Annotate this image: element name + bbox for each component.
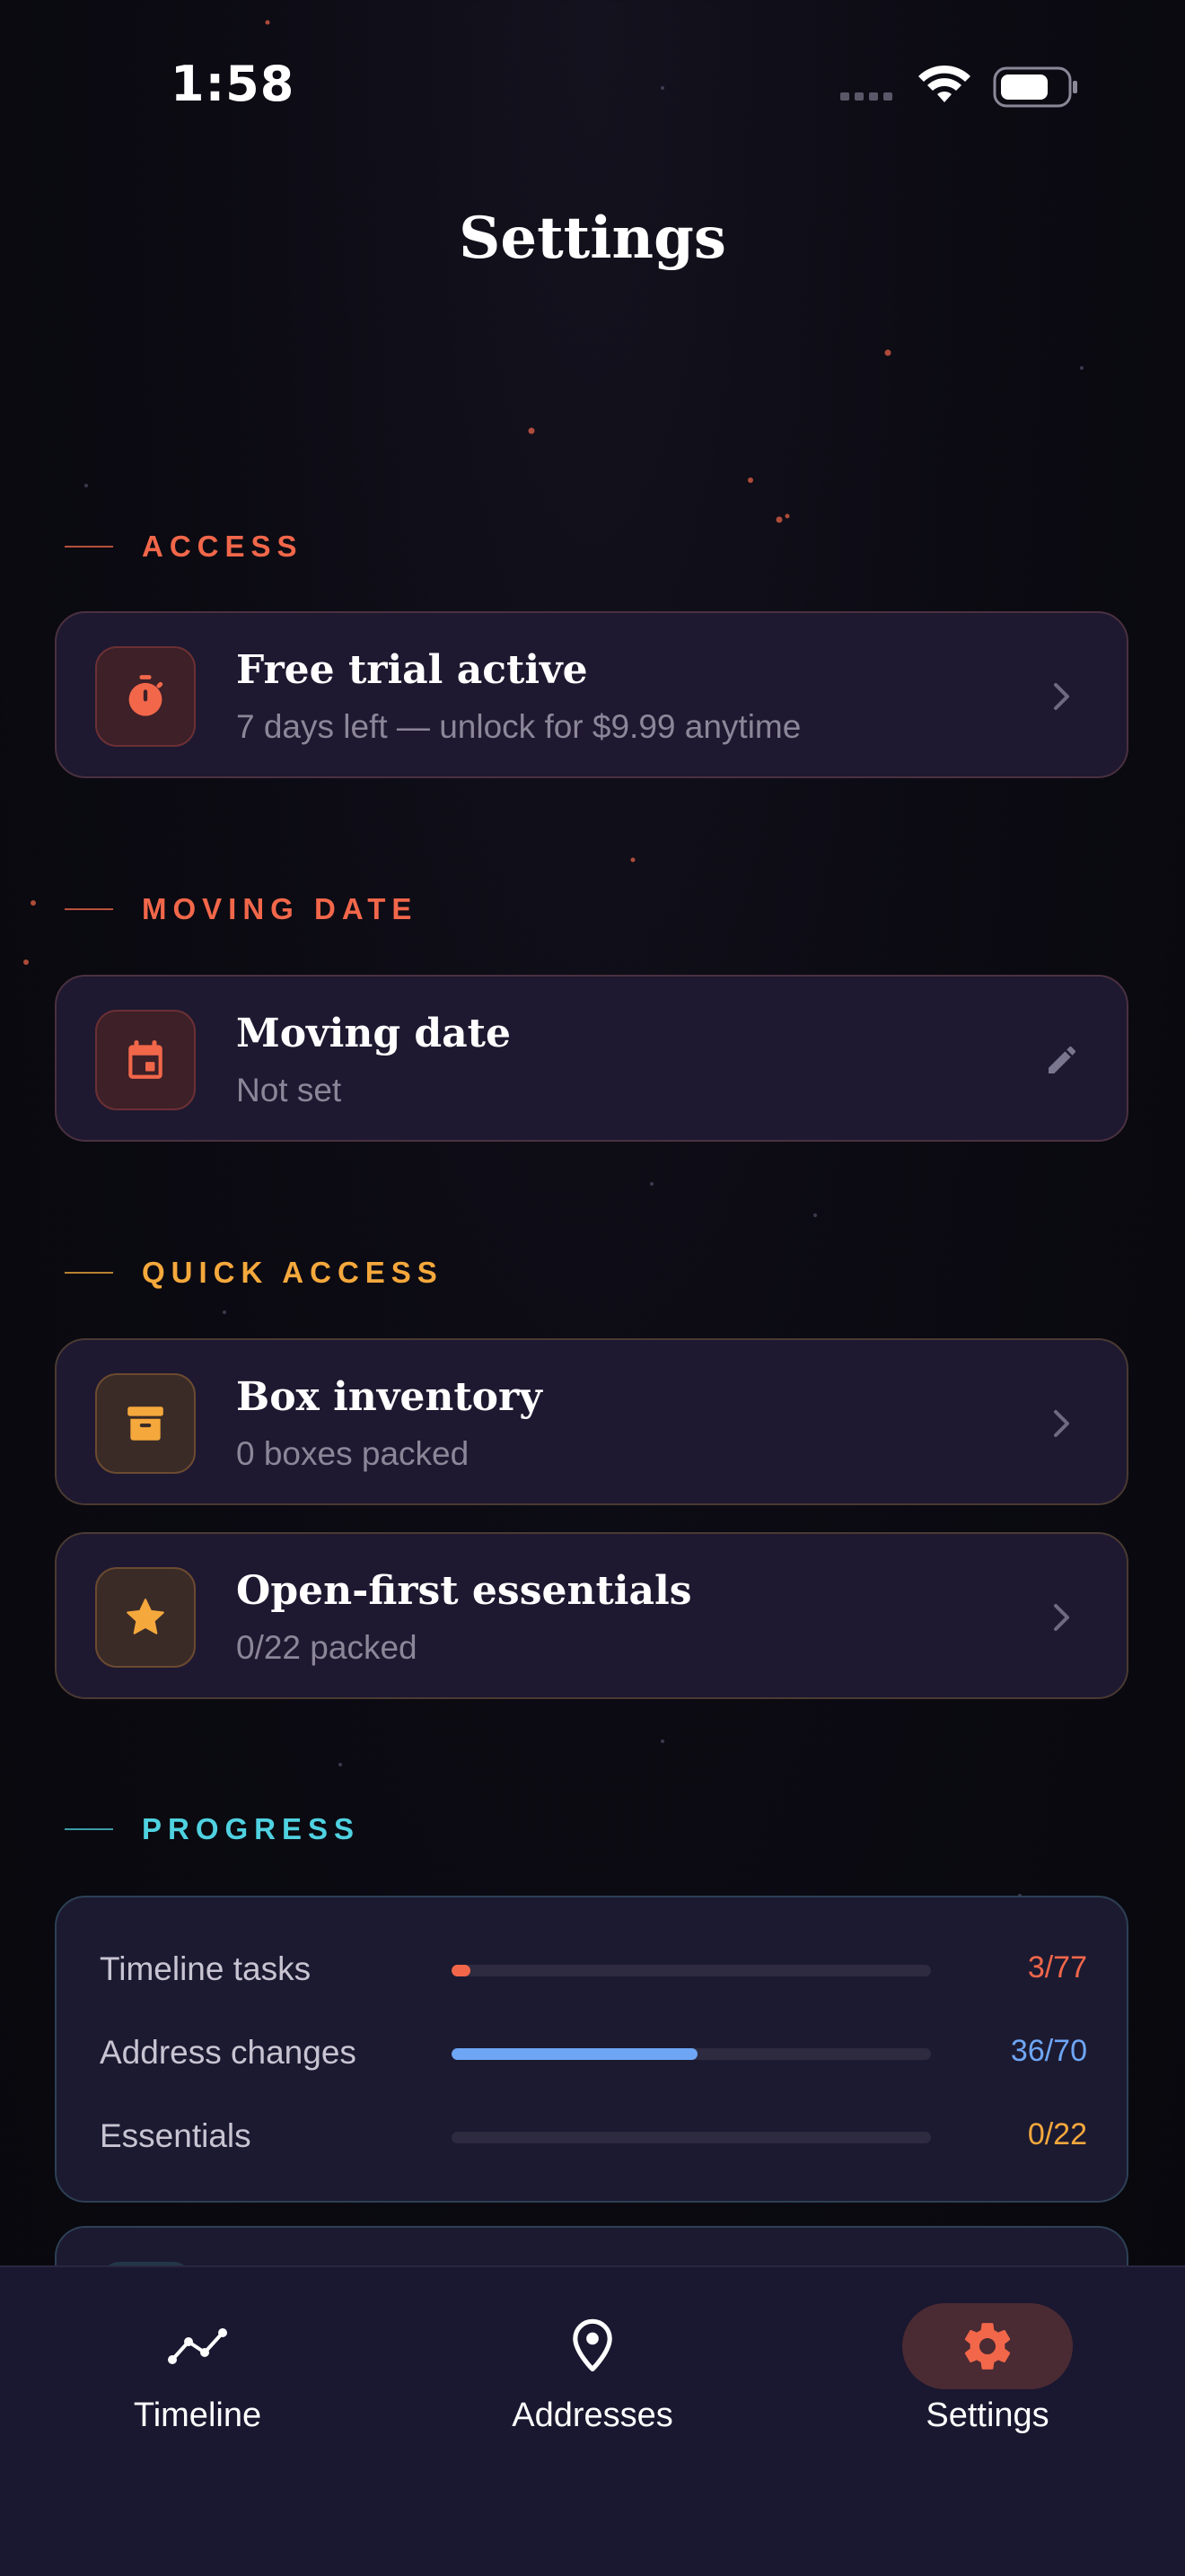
progress-value: 3/77 [1027, 1950, 1087, 1985]
progress-card: Timeline tasks 3/77 Address changes 36/7… [55, 1896, 1128, 2203]
gear-icon [902, 2303, 1073, 2389]
card-title: Open-first essentials [236, 1568, 692, 1614]
progress-track [452, 1965, 931, 1976]
section-divider-line [65, 1828, 113, 1830]
tab-label: Addresses [512, 2396, 673, 2434]
section-label: MOVING DATE [142, 892, 418, 925]
pencil-icon[interactable] [1044, 1042, 1080, 1078]
progress-label: Essentials [100, 2117, 251, 2154]
section-label: ACCESS [142, 530, 303, 563]
card-subtitle: 7 days left — unlock for $9.99 anytime [236, 708, 802, 745]
progress-fill [452, 2048, 698, 2060]
section-header-progress: PROGRESS [65, 1811, 360, 1847]
progress-fill [452, 1965, 470, 1976]
wifi-icon [918, 65, 970, 102]
trend-line-icon [112, 2303, 283, 2389]
progress-row-address-changes: Address changes 36/70 [57, 2027, 1130, 2081]
tab-timeline[interactable]: Timeline [63, 2303, 332, 2456]
page-title: Settings [459, 205, 726, 272]
progress-row-timeline-tasks: Timeline tasks 3/77 [57, 1943, 1130, 1997]
status-time: 1:58 [171, 56, 295, 112]
section-divider-line [65, 1272, 113, 1274]
tab-label: Settings [926, 2396, 1049, 2434]
tab-label: Timeline [133, 2396, 262, 2434]
section-divider-line [65, 908, 113, 910]
archive-box-icon [95, 1373, 196, 1474]
status-icons [835, 63, 1086, 113]
card-title: Free trial active [236, 647, 588, 693]
section-header-access: ACCESS [65, 529, 303, 565]
box-inventory-card[interactable]: Box inventory 0 boxes packed [55, 1338, 1128, 1505]
card-title: Box inventory [236, 1374, 542, 1420]
progress-track [452, 2132, 931, 2143]
progress-label: Timeline tasks [100, 1950, 312, 1987]
card-title: Moving date [236, 1011, 512, 1056]
open-first-essentials-card[interactable]: Open-first essentials 0/22 packed [55, 1532, 1128, 1699]
section-header-quick-access: QUICK ACCESS [65, 1255, 443, 1291]
moving-date-card[interactable]: Moving date Not set [55, 975, 1128, 1142]
section-header-moving-date: MOVING DATE [65, 891, 417, 927]
tab-settings[interactable]: Settings [853, 2303, 1122, 2456]
map-pin-icon [507, 2303, 678, 2389]
progress-value: 0/22 [1027, 2117, 1087, 2151]
progress-row-essentials: Essentials 0/22 [57, 2110, 1130, 2164]
battery-icon [993, 66, 1077, 108]
tab-bar: Timeline Addresses Settings [0, 2265, 1185, 2576]
star-icon [95, 1567, 196, 1668]
progress-value: 36/70 [1010, 2034, 1087, 2068]
chevron-right-icon [1044, 1406, 1080, 1441]
card-subtitle: Not set [236, 1072, 342, 1108]
card-subtitle: 0/22 packed [236, 1629, 417, 1666]
free-trial-card[interactable]: Free trial active 7 days left — unlock f… [55, 611, 1128, 778]
progress-track [452, 2048, 931, 2060]
section-label: QUICK ACCESS [142, 1256, 443, 1289]
section-label: PROGRESS [142, 1812, 361, 1845]
chevron-right-icon [1044, 1599, 1080, 1635]
progress-label: Address changes [100, 2034, 356, 2071]
stopwatch-icon [95, 646, 196, 747]
card-subtitle: 0 boxes packed [236, 1435, 470, 1472]
cellular-signal-icon [840, 92, 892, 101]
tab-addresses[interactable]: Addresses [458, 2303, 727, 2456]
chevron-right-icon [1044, 679, 1080, 714]
section-divider-line [65, 546, 113, 548]
calendar-icon [95, 1010, 196, 1110]
